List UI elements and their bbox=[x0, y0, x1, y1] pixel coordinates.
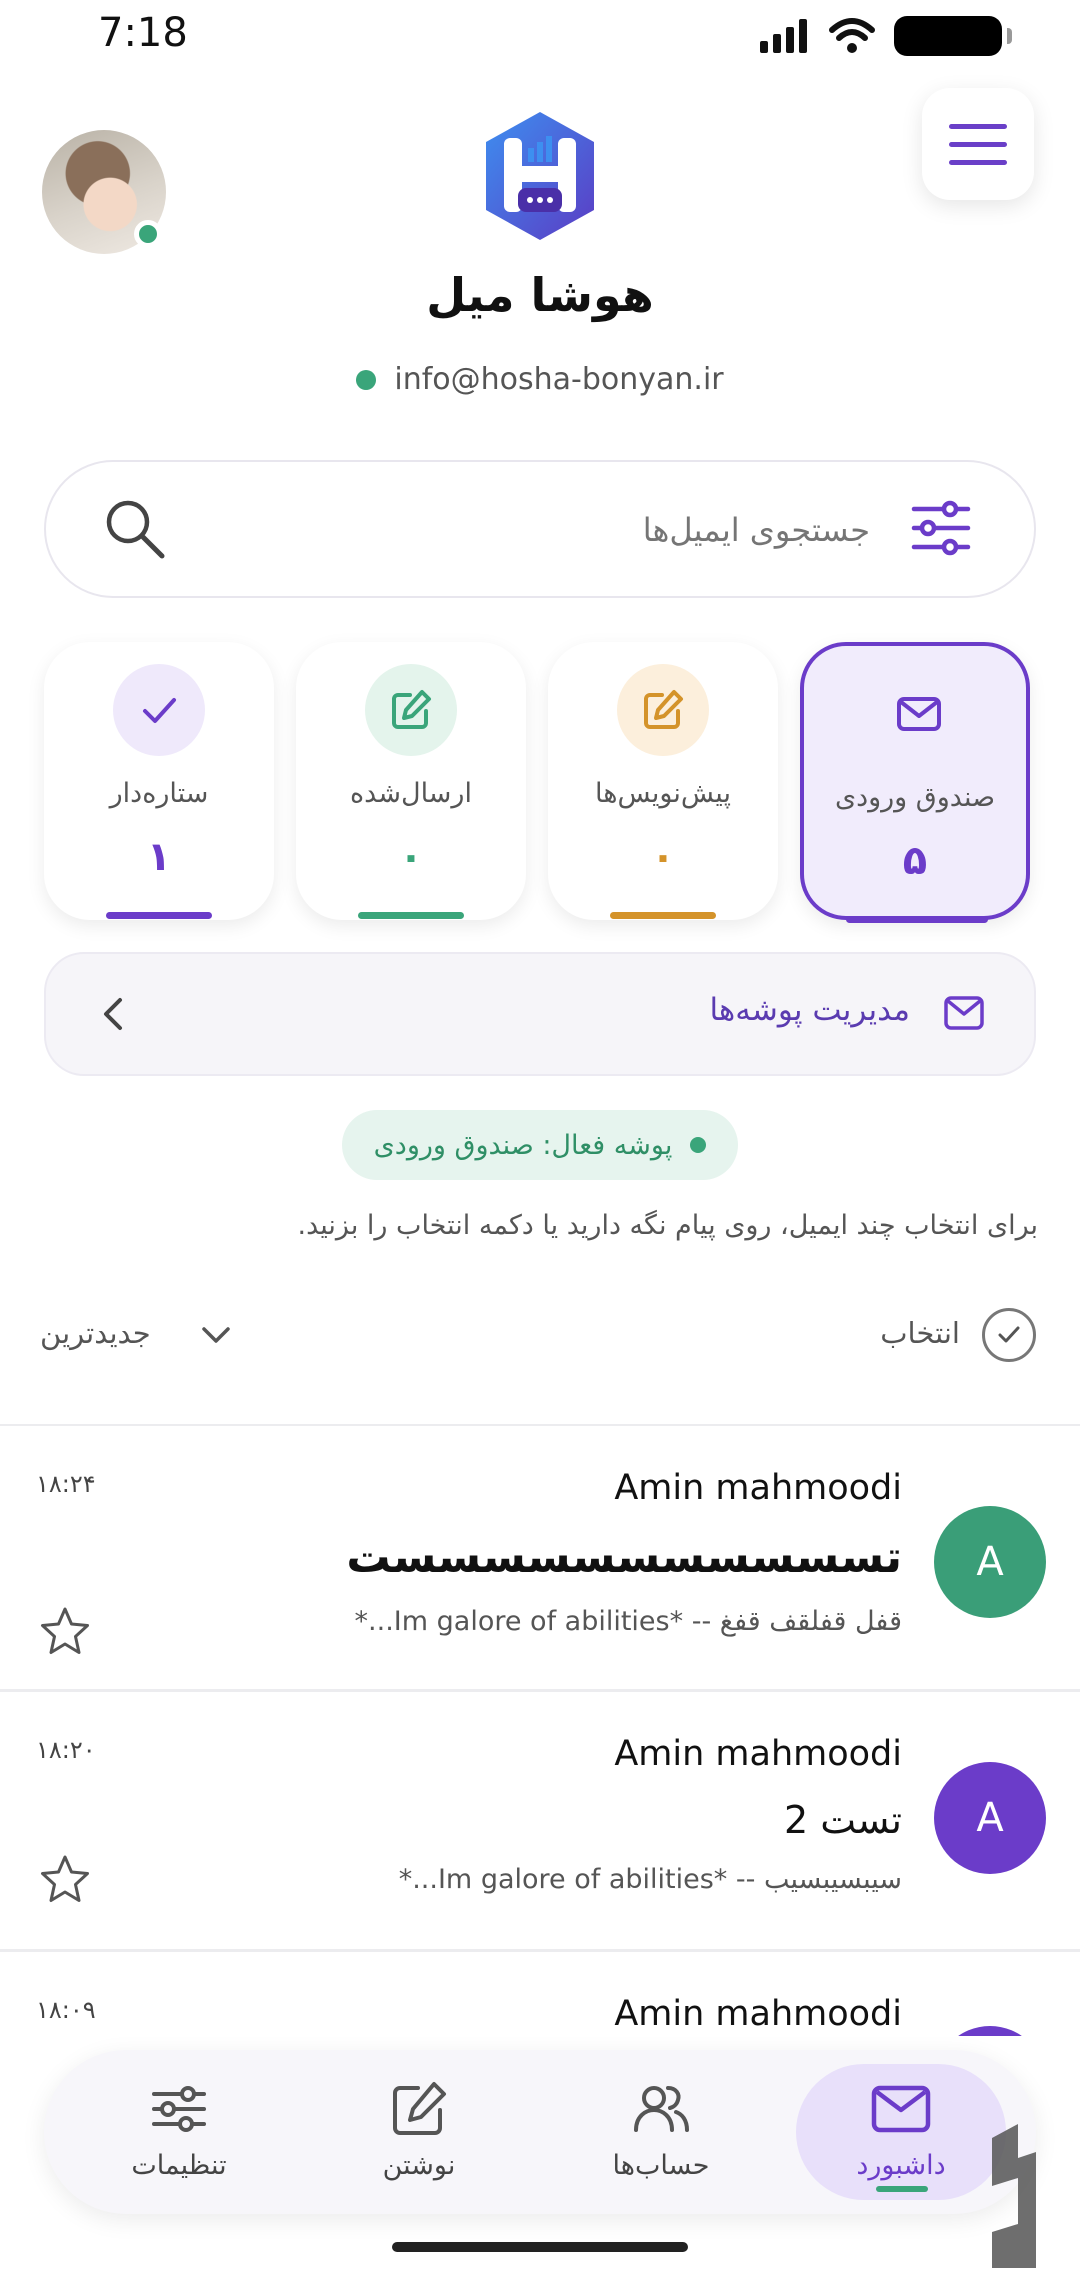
battery-icon bbox=[894, 16, 1012, 56]
nav-settings[interactable]: تنظیمات bbox=[74, 2064, 284, 2200]
nav-label: نوشتن bbox=[382, 2150, 456, 2181]
folder-label: ستاره‌دار bbox=[109, 778, 209, 809]
email-sender: Amin mahmoodi bbox=[614, 1468, 902, 1508]
folder-bar-starred bbox=[106, 912, 212, 919]
folder-count: ۱ bbox=[146, 834, 172, 880]
mail-icon bbox=[873, 668, 965, 760]
folder-card-starred[interactable]: ستاره‌دار ۱ bbox=[44, 642, 274, 920]
email-sender: Amin mahmoodi bbox=[614, 1994, 902, 2034]
folder-card-drafts[interactable]: پیش‌نویس‌ها ۰ bbox=[548, 642, 778, 920]
account-email: info@hosha-bonyan.ir bbox=[394, 362, 724, 397]
online-dot bbox=[356, 369, 377, 390]
folder-card-inbox[interactable]: صندوق ورودی ۵ bbox=[800, 642, 1030, 920]
chevron-left-icon bbox=[104, 998, 122, 1030]
email-sender: Amin mahmoodi bbox=[614, 1734, 902, 1774]
manage-folders-label: مدیریت پوشه‌ها bbox=[709, 992, 910, 1028]
select-label[interactable]: انتخاب bbox=[820, 1316, 960, 1350]
active-dot bbox=[690, 1137, 707, 1153]
email-subject: تست 2 bbox=[783, 1798, 902, 1842]
menu-button[interactable] bbox=[922, 88, 1034, 200]
nav-label: داشبورد bbox=[856, 2150, 946, 2181]
select-button[interactable] bbox=[982, 1308, 1036, 1362]
email-list-item[interactable]: A Amin mahmoodi تسسسسسسسسسسست قفل قفلقف … bbox=[0, 1424, 1080, 1690]
menu-icon-line bbox=[949, 141, 1007, 147]
status-time: 7:18 bbox=[98, 10, 188, 56]
selection-hint: برای انتخاب چند ایمیل، روی پیام نگه داری… bbox=[297, 1210, 1039, 1241]
sender-avatar: A bbox=[934, 1506, 1046, 1618]
folder-count: ۰ bbox=[650, 834, 676, 880]
email-time: ۱۸:۰۹ bbox=[36, 1996, 96, 2024]
wifi-icon bbox=[829, 18, 875, 53]
folder-label: پیش‌نویس‌ها bbox=[595, 778, 731, 809]
filter-icon[interactable] bbox=[910, 497, 972, 559]
store-watermark-icon bbox=[992, 2124, 1036, 2268]
folder-card-sent[interactable]: ارسال‌شده ۰ bbox=[296, 642, 526, 920]
email-time: ۱۸:۲۴ bbox=[36, 1470, 96, 1498]
active-folder-label: پوشه فعال: صندوق ورودی bbox=[373, 1129, 673, 1161]
mail-icon bbox=[871, 2085, 931, 2133]
email-preview: سیبسیبسیب -- *Im galore of abilities...* bbox=[398, 1864, 902, 1895]
chevron-down-icon[interactable] bbox=[198, 1318, 234, 1354]
online-status-dot bbox=[134, 220, 162, 248]
users-icon bbox=[634, 2086, 689, 2132]
menu-icon-line bbox=[949, 123, 1007, 129]
nav-accounts[interactable]: حساب‌ها bbox=[556, 2064, 766, 2200]
check-icon bbox=[113, 664, 205, 756]
signal-icon bbox=[760, 19, 807, 53]
nav-label: تنظیمات bbox=[131, 2150, 227, 2181]
email-time: ۱۸:۲۰ bbox=[36, 1736, 96, 1764]
star-icon[interactable] bbox=[38, 1604, 92, 1658]
check-icon bbox=[998, 1326, 1020, 1343]
folder-bar-drafts bbox=[610, 912, 716, 919]
account-email-row: info@hosha-bonyan.ir bbox=[300, 362, 780, 397]
edit-icon bbox=[393, 2082, 446, 2135]
star-icon[interactable] bbox=[38, 1852, 92, 1906]
email-list-item[interactable]: A Amin mahmoodi تست 2 سیبسیبسیب -- *Im g… bbox=[0, 1690, 1080, 1950]
folder-count: ۵ bbox=[902, 838, 928, 884]
nav-active-indicator bbox=[876, 2186, 928, 2192]
nav-dashboard[interactable]: داشبورد bbox=[796, 2064, 1006, 2200]
search-input[interactable] bbox=[260, 500, 870, 560]
app-logo bbox=[486, 112, 594, 240]
menu-icon-line bbox=[949, 159, 1007, 165]
email-preview: قفل قفلقف قفغ -- *Im galore of abilities… bbox=[354, 1606, 902, 1637]
folder-bar-inbox bbox=[846, 916, 988, 923]
folder-count: ۰ bbox=[398, 834, 424, 880]
mail-icon bbox=[944, 996, 984, 1030]
search-icon[interactable] bbox=[100, 494, 170, 564]
edit-icon bbox=[617, 664, 709, 756]
home-indicator bbox=[392, 2242, 688, 2252]
email-subject: تسسسسسسسسسسست bbox=[346, 1532, 902, 1583]
sender-avatar: A bbox=[934, 1762, 1046, 1874]
status-icons bbox=[760, 16, 1012, 56]
folder-label: صندوق ورودی bbox=[834, 782, 996, 813]
nav-compose[interactable]: نوشتن bbox=[314, 2064, 524, 2200]
folder-label: ارسال‌شده bbox=[350, 778, 472, 809]
nav-label: حساب‌ها bbox=[612, 2150, 710, 2181]
folder-bar-sent bbox=[358, 912, 464, 919]
edit-icon bbox=[365, 664, 457, 756]
active-folder-badge: پوشه فعال: صندوق ورودی bbox=[342, 1110, 738, 1180]
app-title: هوشا میل bbox=[426, 268, 654, 322]
sliders-icon bbox=[152, 2086, 206, 2132]
sort-dropdown[interactable]: جدیدترین bbox=[40, 1316, 190, 1350]
